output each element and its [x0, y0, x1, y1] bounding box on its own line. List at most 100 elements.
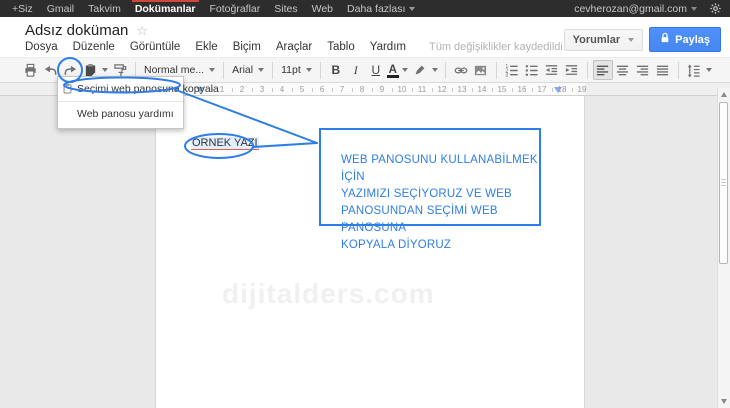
ruler-tick	[392, 88, 393, 92]
ruler-tick	[292, 88, 293, 92]
underline-button[interactable]: U	[366, 60, 386, 80]
ruler-tick	[432, 88, 433, 92]
scroll-up-arrow-icon[interactable]	[721, 92, 727, 97]
insert-link-icon[interactable]	[451, 60, 471, 80]
chevron-down-icon	[691, 7, 697, 11]
menu-item-copy-to-web-clipboard[interactable]: Seçimi web panosuna kopyala	[58, 80, 183, 98]
numbered-list-icon[interactable]: 123	[502, 60, 522, 80]
ruler-tick	[372, 88, 373, 92]
bulleted-list-icon[interactable]	[522, 60, 542, 80]
scroll-down-arrow-icon[interactable]	[721, 399, 727, 404]
document-title[interactable]: Adsız doküman	[25, 22, 128, 39]
align-right-icon[interactable]	[633, 60, 653, 80]
insert-image-icon[interactable]	[471, 60, 491, 80]
ruler-number: 2	[240, 85, 244, 94]
align-center-icon[interactable]	[613, 60, 633, 80]
topbar-link-more[interactable]: Daha fazlası	[340, 0, 422, 17]
ruler-number: 5	[300, 85, 304, 94]
ruler-tick	[272, 88, 273, 92]
settings-gear-icon[interactable]	[704, 0, 726, 17]
menu-edit[interactable]: Düzenle	[73, 41, 115, 53]
annotation-callout-text: WEB PANOSUNU KULLANABİLMEK İÇİN YAZIMIZI…	[341, 152, 539, 254]
menu-view[interactable]: Görüntüle	[130, 41, 181, 53]
more-label: Daha fazlası	[347, 3, 405, 15]
paragraph-styles-select[interactable]: Normal me...	[141, 64, 218, 76]
ruler-number: 9	[380, 85, 384, 94]
ruler-number: 10	[398, 85, 407, 94]
ruler-number: 12	[438, 85, 447, 94]
menu-item-label: Web panosu yardımı	[77, 108, 174, 120]
menu-file[interactable]: Dosya	[25, 41, 58, 53]
italic-button[interactable]: I	[346, 60, 366, 80]
ruler-page-section[interactable]: 12345678910111213141516171819	[155, 83, 585, 95]
ruler-tick	[512, 88, 513, 92]
document-canvas: dijitalders.com ÖRNEK YAZI WEB PANOSUNU …	[0, 96, 730, 408]
web-clipboard-dropdown-caret[interactable]	[102, 68, 108, 72]
vertical-scrollbar[interactable]	[717, 88, 730, 408]
toolbar-separator	[320, 62, 321, 79]
clipboard-icon	[62, 83, 73, 97]
callout-line: PANOSUNDAN SEÇİMİ WEB PANOSUNA	[341, 203, 539, 237]
menu-help[interactable]: Yardım	[370, 41, 406, 53]
menu-insert[interactable]: Ekle	[195, 41, 217, 53]
bold-button[interactable]: B	[326, 60, 346, 80]
justify-icon[interactable]	[653, 60, 673, 80]
document-page[interactable]: dijitalders.com ÖRNEK YAZI WEB PANOSUNU …	[155, 96, 585, 408]
decrease-indent-icon[interactable]	[542, 60, 562, 80]
ruler-tick	[532, 88, 533, 92]
ruler-number: 6	[320, 85, 324, 94]
ruler-number: 7	[340, 85, 344, 94]
account-email-label: cevherozan@gmail.com	[574, 3, 687, 15]
topbar-link-gmail[interactable]: Gmail	[40, 0, 81, 17]
ruler-number: 11	[418, 85, 426, 94]
web-clipboard-menu: Seçimi web panosuna kopyala Web panosu y…	[57, 76, 184, 129]
topbar-link-plus-you[interactable]: +Siz	[5, 0, 40, 17]
font-family-select[interactable]: Arial	[229, 64, 267, 76]
menu-format[interactable]: Biçim	[233, 41, 261, 53]
line-spacing-icon[interactable]	[684, 60, 704, 80]
toolbar-separator	[223, 62, 224, 79]
menu-item-web-clipboard-help[interactable]: Web panosu yardımı	[58, 105, 183, 123]
topbar-link-photos[interactable]: Fotoğraflar	[203, 0, 268, 17]
selected-text[interactable]: ÖRNEK YAZI	[191, 137, 259, 150]
google-topbar: +Siz Gmail Takvim Dokümanlar Fotoğraflar…	[0, 0, 730, 17]
comments-button[interactable]: Yorumlar	[564, 29, 643, 51]
ruler-number: 4	[280, 85, 284, 94]
increase-indent-icon[interactable]	[562, 60, 582, 80]
lock-icon	[660, 32, 670, 47]
line-spacing-caret[interactable]	[706, 68, 712, 72]
account-email[interactable]: cevherozan@gmail.com	[567, 0, 704, 17]
ruler-tick	[252, 88, 253, 92]
topbar-links: +Siz Gmail Takvim Dokümanlar Fotoğraflar…	[0, 0, 422, 17]
chevron-down-icon	[258, 68, 264, 72]
share-button[interactable]: Paylaş	[649, 27, 721, 52]
ruler-tick	[552, 88, 553, 92]
ruler-tick	[572, 88, 573, 92]
menu-tools[interactable]: Araçlar	[276, 41, 312, 53]
topbar-link-web[interactable]: Web	[305, 0, 340, 17]
ruler-number: 18	[558, 85, 567, 94]
chevron-down-icon	[628, 38, 634, 42]
text-color-button[interactable]: A	[386, 64, 400, 76]
ruler-number: 16	[518, 85, 527, 94]
print-icon[interactable]	[20, 60, 40, 80]
highlight-color-caret[interactable]	[432, 68, 438, 72]
topbar-link-sites[interactable]: Sites	[267, 0, 304, 17]
star-icon[interactable]: ☆	[136, 23, 148, 39]
ruler-tick	[492, 88, 493, 92]
scrollbar-thumb[interactable]	[719, 102, 728, 264]
font-size-select[interactable]: 11pt	[278, 64, 315, 76]
highlight-color-icon[interactable]	[410, 60, 430, 80]
menu-table[interactable]: Tablo	[327, 41, 355, 53]
save-status: Tüm değişiklikler kaydedildi	[429, 41, 563, 53]
ruler-number: 3	[260, 85, 264, 94]
topbar-link-documents[interactable]: Dokümanlar	[128, 0, 203, 17]
toolbar-separator	[496, 62, 497, 79]
align-left-icon[interactable]	[593, 60, 613, 80]
ruler-number: 13	[458, 85, 467, 94]
svg-text:3: 3	[506, 72, 509, 77]
menu-bar: Dosya Düzenle Görüntüle Ekle Biçim Araçl…	[25, 41, 563, 53]
font-value: Arial	[232, 64, 253, 76]
text-color-caret[interactable]	[402, 68, 408, 72]
topbar-link-calendar[interactable]: Takvim	[81, 0, 128, 17]
